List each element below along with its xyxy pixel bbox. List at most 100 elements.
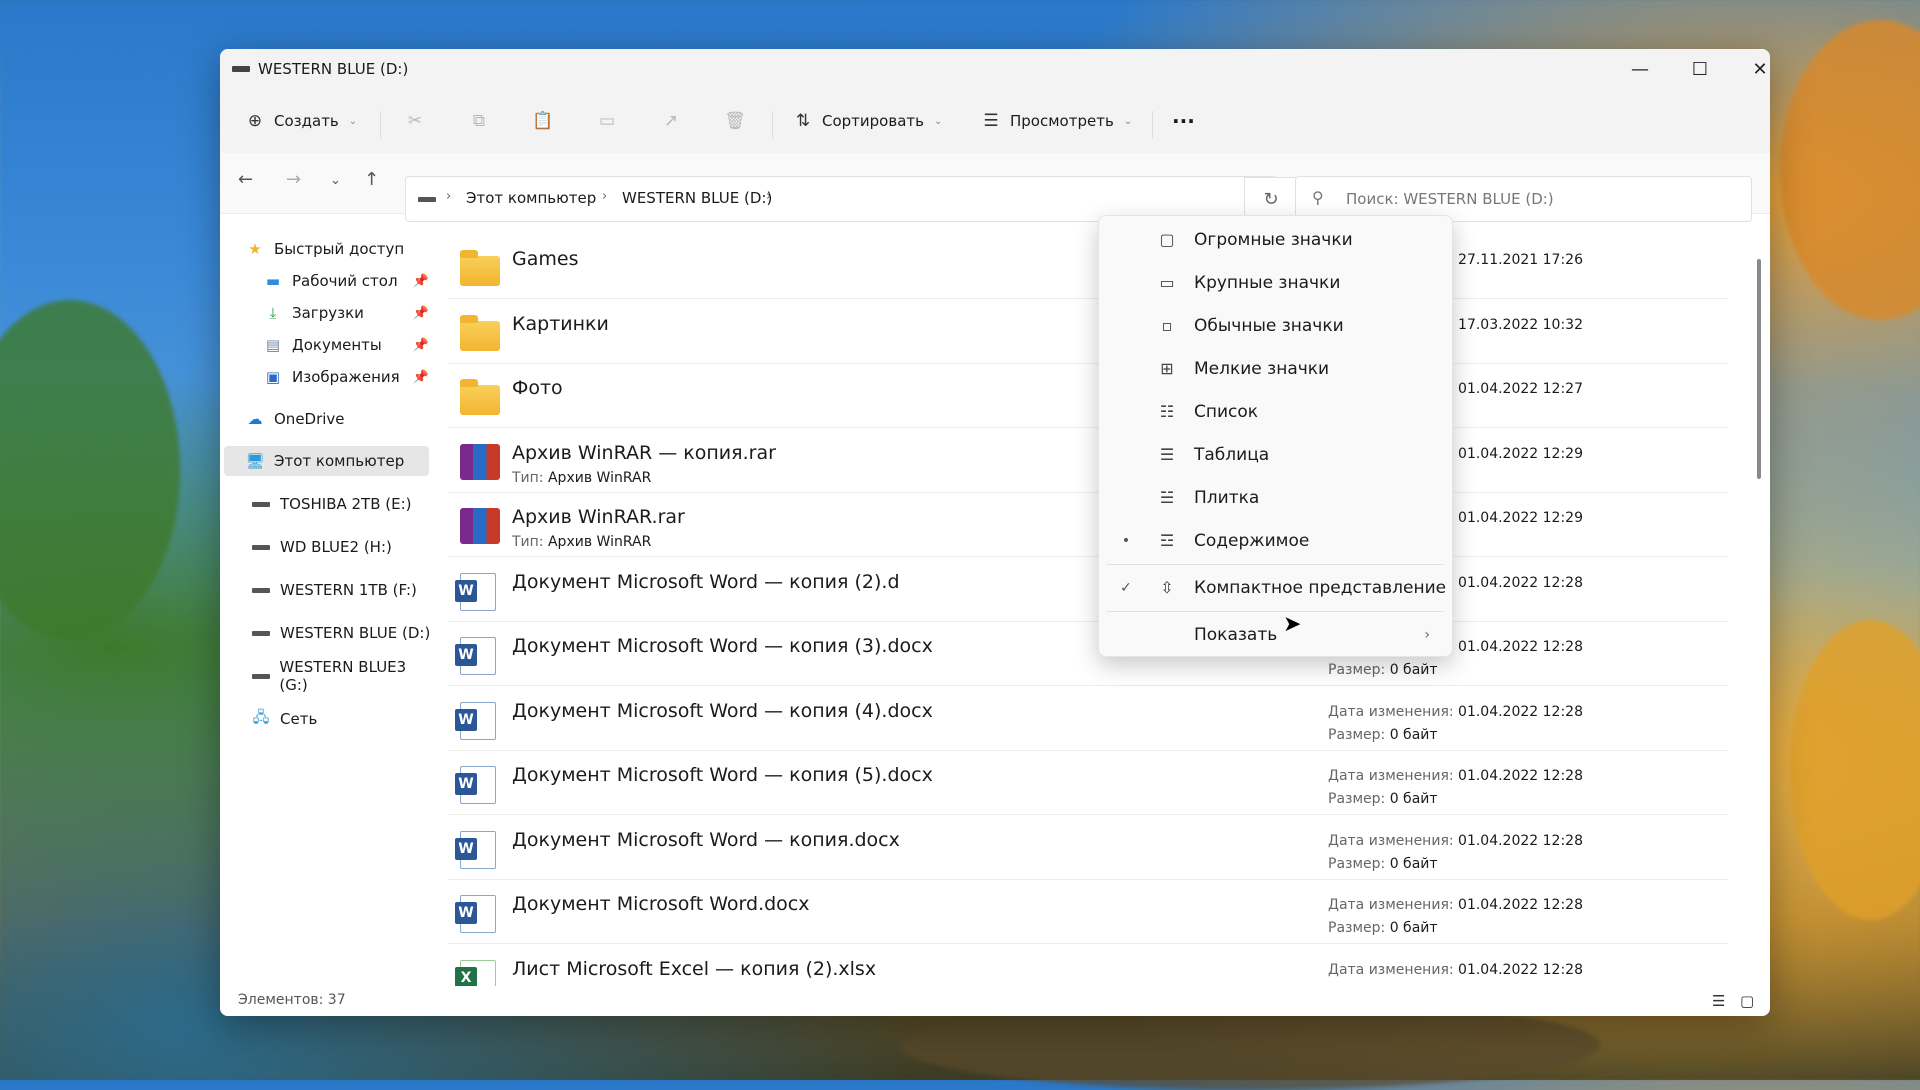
file-row[interactable]: ФотоДата изменения: 01.04.2022 12:27: [448, 363, 1728, 428]
file-row[interactable]: Документ Microsoft Word — копия (3).docx…: [448, 621, 1728, 686]
up-button[interactable]: ↑: [364, 169, 379, 190]
view-menu-item[interactable]: Показать ›: [1099, 613, 1452, 656]
forward-button[interactable]: →: [286, 169, 301, 190]
create-button[interactable]: ⊕ Создать ⌄: [244, 103, 357, 139]
recent-locations-button[interactable]: ⌄: [330, 173, 341, 188]
delete-button[interactable]: 🗑: [724, 103, 746, 139]
file-row[interactable]: Документ Microsoft Word.docx Дата изменен…: [448, 879, 1728, 944]
file-name: Фото: [512, 377, 563, 399]
file-name: Архив WinRAR — копия.rar: [512, 441, 776, 464]
file-type-value: Архив WinRAR: [547, 469, 652, 486]
file-type: Тип: Архив WinRAR: [512, 534, 651, 550]
word-document-icon: [455, 895, 496, 933]
file-type-label: Тип:: [512, 534, 544, 550]
file-size: Размер: 0 байт: [1328, 856, 1438, 872]
file-type-label: Тип:: [512, 469, 544, 486]
title-bar: WESTERN BLUE (D:) — ☐ ✕: [220, 49, 1770, 89]
sidebar-item-quick-access[interactable]: ★ Быстрый доступ: [244, 234, 435, 264]
sidebar-item-wd-blue2[interactable]: WD BLUE2 (H:): [250, 532, 435, 562]
star-icon: ★: [248, 240, 262, 258]
file-name: Документ Microsoft Word — копия (2).d: [512, 570, 900, 593]
size-label: Размер:: [1328, 791, 1386, 807]
sidebar-item-western-blue3[interactable]: WESTERN BLUE3 (G:): [250, 658, 435, 694]
large-icons-view-button[interactable]: ▢: [1740, 992, 1754, 1010]
view-menu-item[interactable]: ▫ Обычные значки: [1099, 304, 1452, 347]
sidebar-item-this-pc[interactable]: 🖥 Этот компьютер: [224, 446, 429, 476]
window-title: WESTERN BLUE (D:): [258, 60, 409, 78]
sidebar-item-pictures[interactable]: ▣ Изображения 📌: [262, 362, 435, 392]
size-label: Размер:: [1328, 662, 1386, 678]
download-icon: ⤓: [269, 304, 277, 322]
close-button[interactable]: ✕: [1730, 49, 1770, 89]
chevron-right-icon: ›: [1424, 626, 1430, 643]
compact-view-icon: ⇳: [1160, 578, 1174, 597]
paste-button[interactable]: 📋: [532, 103, 554, 139]
file-row[interactable]: Лист Microsoft Excel — копия (2).xlsx Дат…: [448, 944, 1728, 986]
modified-value: 01.04.2022 12:28: [1458, 897, 1583, 913]
sidebar-item-onedrive[interactable]: ☁ OneDrive: [244, 404, 435, 434]
file-row[interactable]: Документ Microsoft Word — копия.docx Дата…: [448, 815, 1728, 880]
view-menu-item[interactable]: • ☲ Содержимое: [1099, 519, 1452, 562]
file-row[interactable]: GamesДата изменения: 27.11.2021 17:26: [448, 234, 1728, 299]
sidebar-item-label: Быстрый доступ: [274, 240, 405, 258]
modified-value: 01.04.2022 12:28: [1458, 768, 1583, 784]
cut-button[interactable]: ✂: [404, 103, 426, 139]
size-label: Размер:: [1328, 855, 1386, 872]
view-menu-item[interactable]: ▭ Крупные значки: [1099, 261, 1452, 304]
pin-icon: 📌: [412, 369, 429, 385]
trash-icon: 🗑: [724, 111, 746, 131]
more-options-button[interactable]: ···: [1172, 103, 1195, 139]
sidebar-item-label: TOSHIBA 2TB (E:): [280, 495, 412, 513]
share-button[interactable]: ↗: [660, 103, 682, 139]
word-document-icon: [455, 766, 496, 804]
file-row[interactable]: Документ Microsoft Word — копия (5).docx…: [448, 750, 1728, 815]
drive-icon: [418, 197, 436, 202]
view-menu-item-label: Крупные значки: [1194, 272, 1341, 293]
copy-button[interactable]: ⧉: [468, 103, 490, 139]
close-icon: ✕: [1752, 58, 1768, 80]
file-modified: Дата изменения: 01.04.2022 12:28: [1328, 768, 1583, 784]
view-menu-item[interactable]: ⊞ Мелкие значки: [1099, 347, 1452, 390]
sidebar-item-toshiba[interactable]: TOSHIBA 2TB (E:): [250, 489, 435, 519]
vertical-scrollbar[interactable]: [1757, 259, 1761, 479]
view-button[interactable]: ☰ Просмотреть ⌄: [980, 103, 1132, 139]
minimize-button[interactable]: —: [1610, 49, 1670, 89]
view-menu-item[interactable]: ☱ Плитка: [1099, 476, 1452, 519]
view-menu-item[interactable]: ☰ Таблица: [1099, 433, 1452, 476]
back-button[interactable]: ←: [238, 169, 253, 190]
file-row[interactable]: Документ Microsoft Word — копия (2).dДат…: [448, 557, 1728, 622]
pin-icon: 📌: [412, 273, 429, 289]
file-row[interactable]: Архив WinRAR.rarТип: Архив WinRARДата из…: [448, 492, 1728, 557]
sidebar-item-western-1tb[interactable]: WESTERN 1TB (F:): [250, 575, 435, 605]
drive-icon: [250, 666, 271, 686]
rename-button[interactable]: ▭: [596, 103, 618, 139]
computer-icon: 🖥: [245, 452, 265, 470]
explorer-window: WESTERN BLUE (D:) — ☐ ✕ ⊕ Создать ⌄ ✂ ⧉ …: [220, 49, 1770, 1016]
scissors-icon: ✂: [407, 111, 423, 131]
breadcrumb-drive[interactable]: WESTERN BLUE (D:): [622, 189, 772, 207]
excel-sheet-icon: [455, 959, 496, 986]
file-name: Документ Microsoft Word.docx: [512, 893, 810, 915]
file-name: Games: [512, 248, 579, 270]
sidebar-item-documents[interactable]: ▤ Документы 📌: [262, 330, 435, 360]
large-icons-icon: ▭: [1159, 273, 1175, 292]
file-list: GamesДата изменения: 27.11.2021 17:26Кар…: [448, 234, 1740, 986]
view-label: Просмотреть: [1010, 112, 1114, 130]
view-menu-item[interactable]: ☷ Список: [1099, 390, 1452, 433]
search-icon: ⚲: [1312, 188, 1324, 207]
sidebar-item-western-blue[interactable]: WESTERN BLUE (D:): [250, 618, 435, 648]
sort-button[interactable]: ⇅ Сортировать ⌄: [792, 103, 942, 139]
extra-large-icons-icon: ▢: [1159, 230, 1175, 249]
sidebar-item-network[interactable]: 🖧 Сеть: [250, 704, 435, 734]
view-menu-item[interactable]: ✓ ⇳ Компактное представление: [1099, 566, 1452, 609]
breadcrumb-this-pc[interactable]: Этот компьютер: [466, 189, 596, 207]
file-row[interactable]: Архив WinRAR — копия.rar Тип: Архив WinRA…: [448, 428, 1728, 493]
view-menu-item[interactable]: ▢ Огромные значки: [1099, 218, 1452, 261]
desktop-icon: ▬: [265, 272, 281, 290]
sidebar-item-downloads[interactable]: ⤓ Загрузки 📌: [262, 298, 435, 328]
details-view-button[interactable]: ☰: [1712, 992, 1725, 1010]
file-row[interactable]: Документ Microsoft Word — копия (4).docx…: [448, 686, 1728, 751]
file-row[interactable]: КартинкиДата изменения: 17.03.2022 10:32: [448, 299, 1728, 364]
sidebar-item-desktop[interactable]: ▬ Рабочий стол 📌: [262, 266, 435, 296]
maximize-button[interactable]: ☐: [1670, 49, 1730, 89]
